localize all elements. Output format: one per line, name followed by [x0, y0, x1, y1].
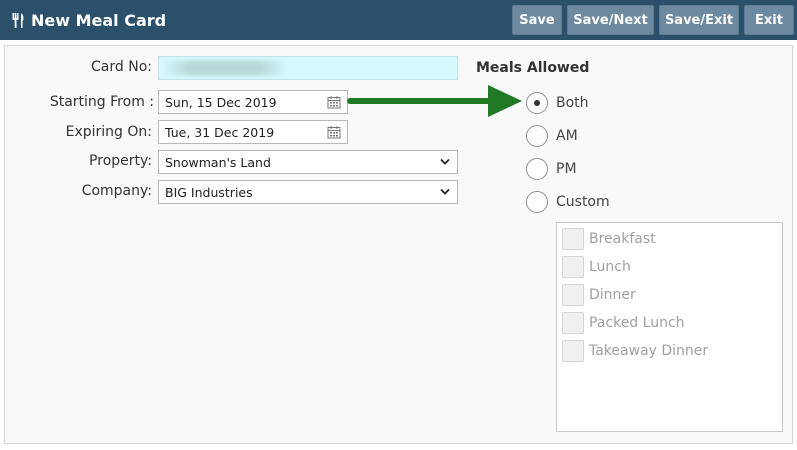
- company-select[interactable]: BIG Industries: [158, 180, 458, 204]
- calendar-icon[interactable]: [327, 95, 341, 109]
- checkbox-takeaway-dinner[interactable]: [562, 340, 584, 362]
- checkbox-breakfast[interactable]: [562, 228, 584, 250]
- radio-am-label[interactable]: AM: [556, 128, 578, 144]
- company-label: Company:: [81, 183, 152, 199]
- starting-from-label: Starting From :: [49, 94, 154, 110]
- window-title-text: New Meal Card: [31, 10, 167, 30]
- radio-both-label[interactable]: Both: [556, 95, 589, 111]
- property-select[interactable]: Snowman's Land: [158, 150, 458, 174]
- radio-custom-label[interactable]: Custom: [556, 194, 610, 210]
- checkbox-lunch[interactable]: [562, 256, 584, 278]
- checkbox-lunch-label: Lunch: [589, 259, 631, 275]
- chevron-down-icon: [440, 188, 450, 195]
- card-no-label: Card No:: [91, 59, 152, 75]
- expiring-on-label: Expiring On:: [65, 124, 152, 140]
- property-label: Property:: [89, 153, 152, 169]
- radio-both[interactable]: [526, 92, 548, 114]
- fork-knife-icon: [12, 12, 24, 28]
- save-next-button[interactable]: Save/Next: [567, 5, 654, 35]
- radio-custom[interactable]: [526, 191, 548, 213]
- save-button[interactable]: Save: [512, 5, 562, 35]
- checkbox-takeaway-dinner-label: Takeaway Dinner: [589, 343, 709, 359]
- exit-button[interactable]: Exit: [744, 5, 794, 35]
- checkbox-dinner-label: Dinner: [589, 287, 636, 303]
- checkbox-dinner[interactable]: [562, 284, 584, 306]
- company-value: BIG Industries: [165, 184, 253, 200]
- green-arrow-icon: [347, 85, 522, 117]
- checkbox-packed-lunch[interactable]: [562, 312, 584, 334]
- starting-from-value: Sun, 15 Dec 2019: [165, 94, 277, 110]
- radio-pm-label[interactable]: PM: [556, 161, 577, 177]
- card-no-input[interactable]: [158, 56, 458, 80]
- window-title: New Meal Card: [12, 0, 166, 40]
- card-no-redacted: [165, 61, 285, 75]
- property-value: Snowman's Land: [165, 154, 271, 170]
- radio-am[interactable]: [526, 125, 548, 147]
- meals-allowed-heading: Meals Allowed: [476, 60, 590, 76]
- expiring-on-input[interactable]: Tue, 31 Dec 2019: [158, 120, 348, 144]
- expiring-on-value: Tue, 31 Dec 2019: [165, 124, 275, 140]
- checkbox-packed-lunch-label: Packed Lunch: [589, 315, 685, 331]
- radio-pm[interactable]: [526, 158, 548, 180]
- checkbox-breakfast-label: Breakfast: [589, 231, 656, 247]
- chevron-down-icon: [440, 158, 450, 165]
- title-bar: New Meal Card Save Save/Next Save/Exit E…: [0, 0, 797, 40]
- calendar-icon[interactable]: [327, 125, 341, 139]
- radio-selected-dot: [534, 100, 540, 106]
- starting-from-input[interactable]: Sun, 15 Dec 2019: [158, 90, 348, 114]
- save-exit-button[interactable]: Save/Exit: [659, 5, 739, 35]
